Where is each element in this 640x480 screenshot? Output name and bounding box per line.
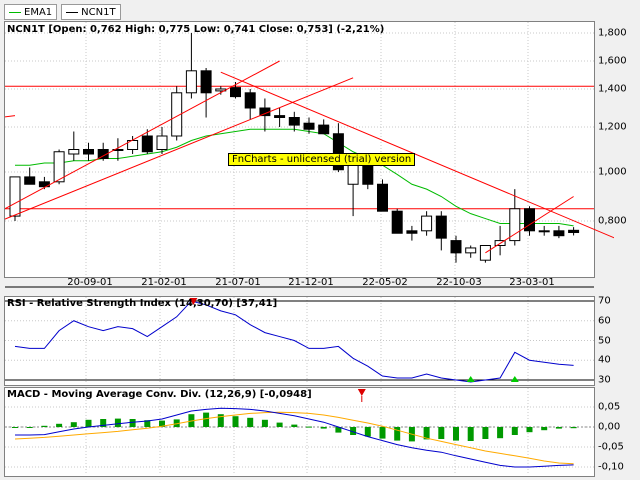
macd-histogram-bar — [56, 423, 63, 427]
macd-histogram-bar — [232, 416, 239, 427]
x-tick-label: 22-10-03 — [436, 277, 482, 288]
y-tick-label: 1,000 — [598, 166, 627, 178]
y-tick-label: 1,400 — [598, 83, 627, 95]
rsi-tick-label: 50 — [598, 335, 611, 347]
chart-canvas — [5, 22, 614, 475]
ema-line — [15, 128, 574, 227]
candle-down — [568, 229, 580, 234]
watermark: FnCharts - unlicensed (trial) version — [228, 153, 416, 166]
macd-histogram-bar — [203, 412, 210, 427]
macd-histogram-bar — [394, 427, 401, 441]
candle-down — [435, 215, 447, 239]
macd-histogram-bar — [291, 424, 298, 427]
x-tick-label: 20-09-01 — [67, 277, 113, 288]
y-tick-label: 1,200 — [598, 121, 627, 133]
candle-up — [156, 135, 168, 150]
candle-down — [288, 117, 300, 126]
candle-down — [450, 240, 462, 254]
macd-tick-label: -0,05 — [598, 441, 624, 453]
macd-line — [15, 407, 574, 468]
macd-histogram-bar — [555, 427, 562, 429]
macd-tick-label: -0,10 — [598, 461, 624, 473]
rsi-tick-label: 30 — [598, 374, 611, 386]
rsi-panel-title: RSI - Relative Strength Index (14,30,70)… — [7, 298, 278, 309]
price-panel-title: NCN1T [Open: 0,762 High: 0,775 Low: 0,74… — [7, 24, 385, 35]
macd-histogram-bar — [526, 427, 533, 433]
y-tick-label: 0,800 — [598, 215, 627, 227]
x-tick-label: 21-02-01 — [141, 277, 187, 288]
y-tick-label: 1,600 — [598, 55, 627, 67]
macd-panel-title: MACD - Moving Average Conv. Div. (12,26,… — [7, 389, 312, 400]
macd-histogram-bar — [85, 419, 92, 427]
candle-down — [200, 70, 212, 94]
candle-down — [303, 122, 315, 130]
macd-histogram-bar — [379, 427, 386, 439]
macd-tick-label: 0,05 — [598, 401, 621, 413]
macd-histogram-bar — [320, 427, 327, 429]
rsi-line — [14, 300, 574, 383]
macd-histogram-bar — [276, 422, 283, 427]
macd-sell-marker — [357, 389, 366, 396]
macd-histogram-bar — [261, 419, 268, 427]
trend-line — [5, 115, 16, 118]
candle-down — [244, 92, 256, 109]
candle-up — [538, 230, 550, 233]
buy-signal-marker — [466, 376, 475, 382]
price-y-axis: 1,800 1,600 1,400 1,200 1,000 0,800 70 6… — [594, 0, 640, 480]
rsi-tick-label: 40 — [598, 354, 611, 366]
x-tick-label: 23-03-01 — [509, 277, 555, 288]
candle-down — [274, 115, 286, 118]
x-axis-labels: 20-09-01 21-02-01 21-07-01 21-12-01 22-0… — [4, 277, 594, 289]
x-tick-label: 21-07-01 — [215, 277, 261, 288]
candle-down — [406, 230, 418, 234]
macd-histogram-bar — [541, 427, 548, 431]
macd-histogram-bar — [70, 422, 77, 427]
x-tick-label: 22-05-02 — [362, 277, 408, 288]
macd-histogram-bar — [511, 427, 518, 435]
candle-down — [318, 124, 330, 135]
candle-down — [230, 87, 241, 98]
candle-up — [185, 70, 197, 94]
y-tick-label: 1,800 — [598, 27, 627, 39]
x-tick-label: 21-12-01 — [288, 277, 334, 288]
macd-histogram-bar — [129, 419, 136, 427]
candle-down — [141, 135, 153, 153]
candle-down — [24, 176, 36, 185]
candle-down — [553, 230, 565, 237]
macd-histogram-bar — [41, 425, 48, 427]
macd-histogram-bar — [453, 427, 459, 441]
candle-down — [377, 183, 388, 212]
candle-up — [9, 176, 21, 217]
macd-histogram-bar — [114, 418, 121, 427]
macd-histogram-bar — [247, 417, 254, 427]
macd-histogram-bar — [26, 427, 33, 428]
trend-line — [5, 60, 280, 210]
candle-up — [465, 247, 477, 254]
rsi-tick-label: 70 — [598, 295, 611, 307]
macd-histogram-bar — [12, 427, 18, 428]
macd-histogram-bar — [364, 427, 371, 437]
macd-histogram-bar — [497, 427, 504, 439]
macd-histogram-bar — [570, 427, 577, 429]
macd-tick-label: 0,00 — [598, 421, 621, 433]
macd-histogram-bar — [467, 427, 474, 441]
trend-line — [485, 196, 574, 254]
macd-signal-line — [14, 411, 574, 465]
macd-histogram-bar — [306, 426, 312, 428]
buy-signal-marker — [510, 376, 519, 382]
candle-up — [68, 149, 80, 155]
candle-down — [391, 210, 403, 234]
candle-down — [83, 149, 94, 155]
macd-histogram-bar — [438, 427, 445, 439]
rsi-tick-label: 60 — [598, 315, 611, 327]
candle-up — [421, 215, 433, 232]
macd-histogram-bar — [482, 427, 489, 439]
